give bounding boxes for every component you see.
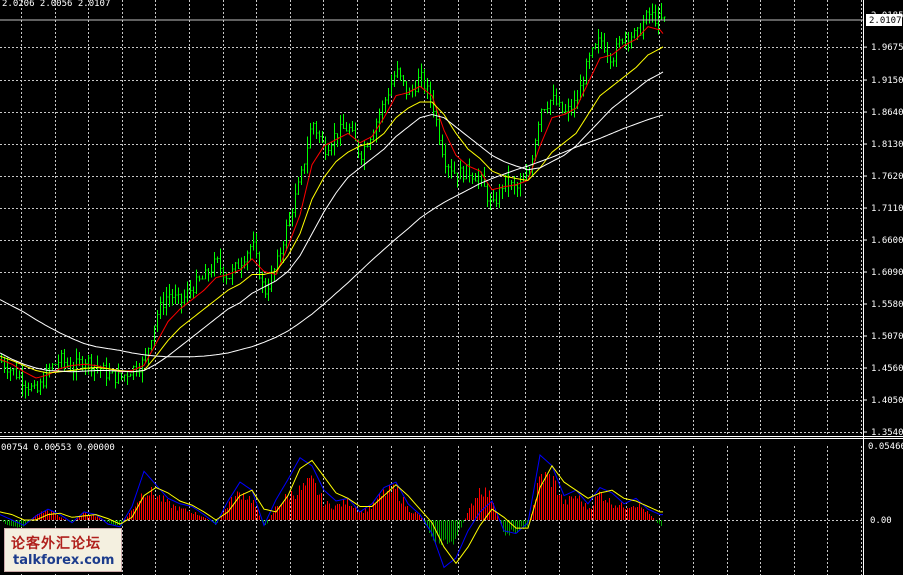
- watermark-en: talkforex.com: [13, 553, 115, 568]
- price-tick-label: 1.6090: [871, 268, 903, 278]
- price-tick-label: 1.9675: [871, 43, 903, 53]
- watermark-cn: 论客外汇论坛: [11, 536, 101, 552]
- price-tick-label: 1.7110: [871, 204, 903, 214]
- osc-zero-label: 0.00: [870, 516, 892, 526]
- current-price-label: 2.0107: [869, 16, 902, 26]
- price-grid: [0, 0, 863, 575]
- price-tick-label: 1.8640: [871, 108, 903, 118]
- price-tick-label: 1.4050: [871, 396, 903, 406]
- price-header: 2.0206 2.0056 2.0107: [2, 0, 111, 9]
- price-tick-label: 1.5580: [871, 300, 903, 310]
- price-tick-label: 1.7620: [871, 172, 903, 182]
- watermark-logo: 论客外汇论坛 talkforex.com: [4, 528, 122, 572]
- price-tick-label: 1.8130: [871, 140, 903, 150]
- price-tick-label: 1.9150: [871, 76, 903, 86]
- trading-chart: 1.9675 1.9150 1.8640 1.8130 1.7620 1.7110 1.66…: [0, 0, 903, 575]
- price-tick-label: 1.3540: [871, 428, 903, 438]
- price-bars: [0, 2, 666, 399]
- ma-line-ma_fast: [0, 26, 664, 379]
- osc-top-label: 0.05466: [868, 442, 903, 452]
- price-axis: 1.9675 1.9150 1.8640 1.8130 1.7620 1.7110 1.66…: [863, 11, 903, 438]
- ma-line-ma_slow: [0, 71, 664, 373]
- price-tick-label: 1.6600: [871, 236, 903, 246]
- price-tick-label: 1.5070: [871, 332, 903, 342]
- osc-axis: 0.05466 0.00: [868, 442, 903, 526]
- ma-line-ma_mid: [0, 46, 664, 374]
- price-tick-label: 1.4560: [871, 364, 903, 374]
- oscillator-header: 00754 0.00553 0.00000: [1, 443, 115, 453]
